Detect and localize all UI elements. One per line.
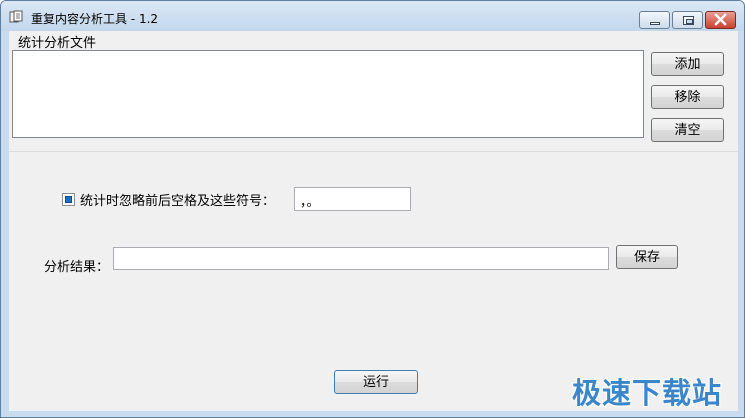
clear-button[interactable]: 清空 bbox=[651, 118, 724, 142]
watermark-logo: 极速下载站 bbox=[572, 376, 723, 410]
close-icon bbox=[714, 13, 727, 26]
result-field[interactable] bbox=[113, 247, 609, 270]
remove-button[interactable]: 移除 bbox=[651, 85, 724, 109]
app-window: 重复内容分析工具 - 1.2 统计分析文件 添加 移除 清空 统计时忽略前后空格… bbox=[0, 0, 745, 418]
app-icon bbox=[9, 10, 23, 23]
group-divider bbox=[9, 151, 738, 152]
add-button[interactable]: 添加 bbox=[651, 52, 724, 76]
run-button[interactable]: 运行 bbox=[334, 370, 418, 394]
file-list[interactable] bbox=[12, 50, 644, 138]
minimize-button[interactable] bbox=[639, 11, 670, 29]
minimize-icon bbox=[650, 22, 660, 25]
ignore-symbols-input[interactable]: ，。 bbox=[294, 187, 411, 211]
client-area: 统计分析文件 添加 移除 清空 统计时忽略前后空格及这些符号： ，。 分析结果：… bbox=[9, 31, 738, 411]
window-title: 重复内容分析工具 - 1.2 bbox=[31, 12, 159, 26]
title-bar[interactable]: 重复内容分析工具 - 1.2 bbox=[1, 1, 744, 31]
files-group-label: 统计分析文件 bbox=[18, 36, 97, 51]
result-label: 分析结果： bbox=[44, 260, 110, 275]
maximize-button[interactable] bbox=[672, 11, 703, 29]
save-button[interactable]: 保存 bbox=[616, 245, 678, 269]
close-button[interactable] bbox=[705, 11, 736, 29]
checkbox-checked-mark bbox=[65, 196, 72, 203]
ignore-symbols-checkbox[interactable] bbox=[62, 193, 75, 206]
ignore-symbols-label: 统计时忽略前后空格及这些符号： bbox=[80, 194, 276, 209]
maximize-icon bbox=[683, 16, 694, 25]
